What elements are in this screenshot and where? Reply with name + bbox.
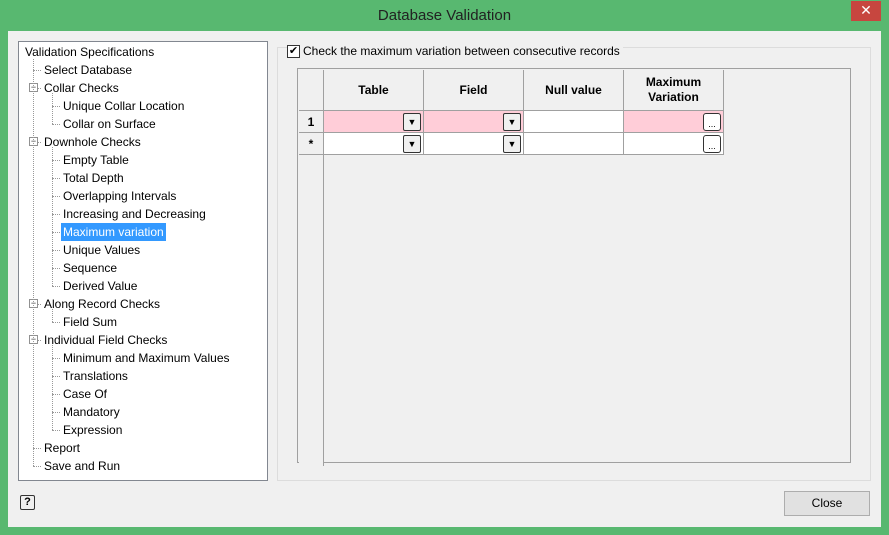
- null-value-cell[interactable]: [524, 111, 624, 133]
- tree-connector: [52, 268, 60, 269]
- tree-connector: [52, 412, 60, 413]
- window-title: Database Validation: [377, 7, 512, 24]
- column-header[interactable]: Maximum Variation: [624, 70, 724, 111]
- tree-item[interactable]: Collar on Surface: [61, 115, 158, 133]
- field-cell[interactable]: ▼: [424, 133, 524, 155]
- column-header[interactable]: Null value: [524, 70, 624, 111]
- tree-connector: [52, 250, 60, 251]
- tree-connector: [52, 376, 60, 377]
- tree-root[interactable]: Validation Specifications: [23, 43, 156, 61]
- tree-connector: [52, 93, 53, 124]
- tree-connector: [52, 322, 60, 323]
- tree-item[interactable]: Unique Collar Location: [61, 97, 186, 115]
- row-header[interactable]: 1: [299, 111, 324, 133]
- close-button[interactable]: Close: [784, 491, 870, 516]
- max-variation-checkbox[interactable]: ✔: [287, 44, 300, 58]
- tree-connector: [52, 106, 60, 107]
- tree-item[interactable]: Save and Run: [42, 457, 122, 475]
- tree-item[interactable]: Along Record Checks: [42, 295, 162, 313]
- tree-item[interactable]: Mandatory: [61, 403, 122, 421]
- tree-item[interactable]: Total Depth: [61, 169, 126, 187]
- max-variation-cell[interactable]: ...: [624, 133, 724, 155]
- tree-connector: [52, 214, 60, 215]
- tree-item[interactable]: Report: [42, 439, 82, 457]
- tree-item[interactable]: Expression: [61, 421, 124, 439]
- dropdown-arrow-icon[interactable]: ▼: [403, 135, 421, 153]
- tree-connector: [52, 345, 53, 430]
- max-variation-option[interactable]: ✔ Check the maximum variation between co…: [287, 44, 623, 58]
- tree-connector: [52, 232, 60, 233]
- null-value-cell[interactable]: [524, 133, 624, 155]
- tree-item[interactable]: Field Sum: [61, 313, 119, 331]
- max-variation-cell[interactable]: ...: [624, 111, 724, 133]
- tree-item[interactable]: Case Of: [61, 385, 109, 403]
- table-cell[interactable]: ▼: [324, 133, 424, 155]
- tree-item[interactable]: Derived Value: [61, 277, 139, 295]
- tree-item[interactable]: Collar Checks: [42, 79, 121, 97]
- column-header[interactable]: Field: [424, 70, 524, 111]
- variation-grid[interactable]: Table Field Null value Maximum Variation 1 ▼ ▼…: [297, 68, 851, 466]
- tree-connector: [52, 309, 53, 322]
- tree-connector: [52, 147, 53, 286]
- field-cell[interactable]: ▼: [424, 111, 524, 133]
- tree-connector: [33, 448, 41, 449]
- grid-corner: [299, 70, 324, 111]
- column-header[interactable]: Table: [324, 70, 424, 111]
- tree-item[interactable]: Increasing and Decreasing: [61, 205, 208, 223]
- max-variation-label: Check the maximum variation between cons…: [303, 44, 620, 58]
- tree-connector: [52, 124, 60, 125]
- tree-item[interactable]: Maximum variation: [61, 223, 166, 241]
- tree-connector: [52, 430, 60, 431]
- tree-item[interactable]: Sequence: [61, 259, 119, 277]
- tree-connector: [33, 59, 34, 466]
- tree-connector: [52, 358, 60, 359]
- tree-item[interactable]: Overlapping Intervals: [61, 187, 178, 205]
- dropdown-arrow-icon[interactable]: ▼: [403, 113, 421, 131]
- window-close-button[interactable]: ✕: [851, 1, 881, 21]
- tree-connector: [33, 70, 41, 71]
- validation-tree[interactable]: Validation Specifications Select Databas…: [18, 41, 268, 481]
- tree-connector: [52, 196, 60, 197]
- row-header[interactable]: *: [299, 133, 324, 155]
- tree-item[interactable]: Minimum and Maximum Values: [61, 349, 232, 367]
- dropdown-arrow-icon[interactable]: ▼: [503, 113, 521, 131]
- tree-connector: [52, 394, 60, 395]
- help-icon[interactable]: ?: [20, 495, 35, 510]
- tree-item[interactable]: Select Database: [42, 61, 134, 79]
- dropdown-arrow-icon[interactable]: ▼: [503, 135, 521, 153]
- tree-item[interactable]: Translations: [61, 367, 130, 385]
- tree-connector: [52, 286, 60, 287]
- tree-item[interactable]: Downhole Checks: [42, 133, 143, 151]
- row-header-area: [299, 111, 324, 466]
- tree-item[interactable]: Individual Field Checks: [42, 331, 169, 349]
- tree-item[interactable]: Empty Table: [61, 151, 131, 169]
- tree-connector: [33, 466, 41, 467]
- tree-connector: [52, 178, 60, 179]
- table-cell[interactable]: ▼: [324, 111, 424, 133]
- ellipsis-button[interactable]: ...: [703, 113, 721, 131]
- tree-connector: [52, 160, 60, 161]
- tree-item[interactable]: Unique Values: [61, 241, 142, 259]
- ellipsis-button[interactable]: ...: [703, 135, 721, 153]
